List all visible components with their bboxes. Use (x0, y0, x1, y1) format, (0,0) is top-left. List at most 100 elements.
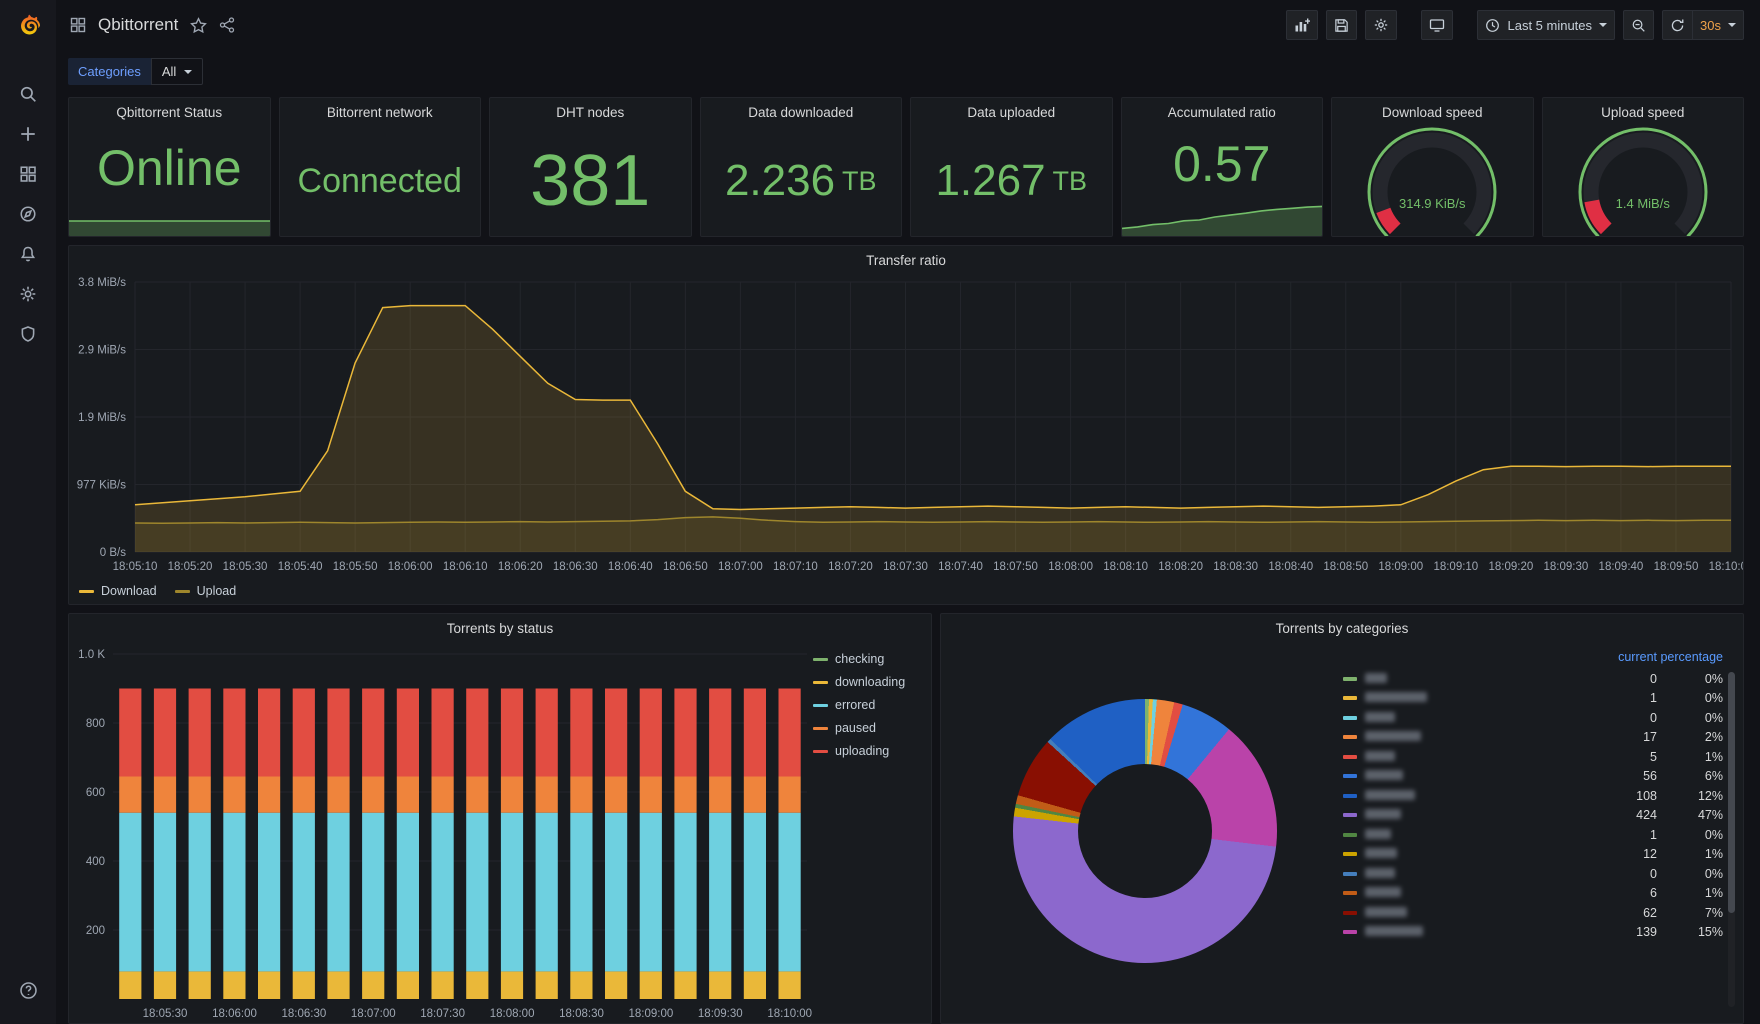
variables-submenu: Categories All (68, 50, 1744, 97)
svg-text:18:07:00: 18:07:00 (351, 1008, 396, 1020)
legend-item[interactable]: Upload (174, 584, 237, 598)
category-row[interactable]: 0 0% (1343, 708, 1723, 728)
category-row[interactable]: 5 1% (1343, 747, 1723, 767)
panel-title[interactable]: Download speed (1332, 98, 1533, 126)
legend-swatch (1343, 774, 1357, 779)
variable-value-dropdown[interactable]: All (150, 58, 204, 85)
category-percentage-value: 15% (1697, 925, 1723, 940)
share-icon[interactable] (219, 17, 235, 33)
svg-text:18:05:10: 18:05:10 (113, 561, 158, 573)
panel-bittorrent-network: Bittorrent network Connected (278, 97, 481, 237)
category-row[interactable]: 62 7% (1343, 903, 1723, 923)
server-admin-shield-icon[interactable] (0, 314, 56, 354)
cycle-view-tv-button[interactable] (1421, 10, 1454, 40)
panel-title[interactable]: Transfer ratio (69, 246, 1743, 274)
panel-title[interactable]: Upload speed (1543, 98, 1744, 126)
panel-title[interactable]: Torrents by status (69, 614, 931, 642)
table-scrollbar-thumb[interactable] (1728, 672, 1735, 914)
star-icon[interactable] (190, 16, 208, 34)
refresh-button[interactable] (1662, 10, 1694, 40)
search-icon[interactable] (0, 74, 56, 114)
column-header-current[interactable]: current (1607, 650, 1657, 664)
transfer-chart[interactable]: 0 B/s 977 KiB/s 1.9 MiB/s 2.9 MiB/s 3.8 MiB/… (69, 274, 1754, 578)
legend-swatch (1343, 930, 1357, 935)
time-range-picker[interactable]: Last 5 minutes (1477, 10, 1616, 40)
create-plus-icon[interactable] (0, 114, 56, 154)
category-row[interactable]: 1 0% (1343, 689, 1723, 709)
category-label-redacted (1365, 828, 1391, 839)
save-dashboard-button[interactable] (1326, 10, 1358, 40)
configuration-gear-icon[interactable] (0, 274, 56, 314)
panel-torrents-by-categories: Torrents by categories current percentag… (940, 613, 1744, 1024)
legend-label: errored (835, 698, 876, 712)
category-current-value: 0 (1650, 671, 1657, 686)
category-row[interactable]: 139 15% (1343, 923, 1723, 943)
stat-unit: TB (1052, 165, 1088, 196)
legend-label: Upload (196, 584, 237, 598)
legend-item[interactable]: paused (813, 721, 925, 735)
category-row[interactable]: 0 0% (1343, 669, 1723, 689)
clock-icon (1486, 18, 1500, 32)
category-label-redacted (1365, 731, 1421, 742)
panel-title[interactable]: Bittorrent network (280, 98, 481, 126)
category-label-redacted (1365, 809, 1401, 820)
category-current-value: 12 (1643, 847, 1657, 862)
category-row[interactable]: 17 2% (1343, 728, 1723, 748)
transfer-legend: Download Upload (69, 578, 1743, 604)
category-row[interactable]: 56 6% (1343, 767, 1723, 787)
svg-text:200: 200 (86, 925, 105, 937)
svg-text:18:05:20: 18:05:20 (168, 561, 213, 573)
panel-title[interactable]: Accumulated ratio (1122, 98, 1323, 126)
panel-data-downloaded: Data downloaded 2.236 TB (699, 97, 902, 237)
svg-text:18:09:20: 18:09:20 (1488, 561, 1533, 573)
status-chart[interactable]: 200 400 600 800 1.0 K 18:05:30 18:06:00 18:06:3… (69, 642, 813, 1023)
dashboard-settings-button[interactable] (1365, 10, 1398, 40)
zoom-out-time-button[interactable] (1623, 10, 1655, 40)
legend-swatch (1343, 754, 1357, 759)
alerting-bell-icon[interactable] (0, 234, 56, 274)
category-current-value: 6 (1650, 886, 1657, 901)
add-panel-button[interactable] (1286, 10, 1319, 40)
category-percentage-value: 12% (1697, 788, 1723, 803)
legend-swatch (79, 589, 94, 593)
category-row[interactable]: 424 47% (1343, 806, 1723, 826)
legend-swatch (174, 589, 190, 593)
category-row[interactable]: 12 1% (1343, 845, 1723, 865)
legend-swatch (1343, 813, 1357, 818)
category-row[interactable]: 6 1% (1343, 884, 1723, 904)
legend-swatch (1343, 793, 1357, 798)
svg-text:18:06:40: 18:06:40 (608, 561, 653, 573)
refresh-interval-picker[interactable]: 30s (1693, 10, 1744, 40)
status-sparkline (69, 206, 270, 236)
panel-title[interactable]: Data downloaded (701, 98, 902, 126)
svg-text:800: 800 (86, 718, 105, 730)
dashboards-icon[interactable] (0, 154, 56, 194)
legend-item[interactable]: checking (813, 652, 925, 666)
legend-item[interactable]: uploading (813, 744, 925, 758)
panel-title[interactable]: Data uploaded (911, 98, 1112, 126)
category-row[interactable]: 0 0% (1343, 864, 1723, 884)
help-icon[interactable] (0, 970, 56, 1010)
column-header-percentage[interactable]: percentage (1657, 650, 1723, 664)
categories-donut[interactable] (1013, 698, 1277, 963)
svg-text:18:09:40: 18:09:40 (1599, 561, 1644, 573)
stat-unit: TB (842, 165, 877, 196)
legend-item[interactable]: errored (813, 698, 925, 712)
category-row[interactable]: 108 12% (1343, 786, 1723, 806)
panel-title[interactable]: DHT nodes (490, 98, 691, 126)
legend-item[interactable]: Download (79, 584, 157, 598)
variable-label-categories[interactable]: Categories (68, 58, 151, 85)
grafana-logo-icon[interactable] (11, 10, 45, 44)
legend-swatch (1343, 715, 1357, 720)
panel-title[interactable]: Torrents by categories (941, 614, 1743, 642)
explore-compass-icon[interactable] (0, 194, 56, 234)
category-row[interactable]: 1 0% (1343, 825, 1723, 845)
stat-value: 2.236 (724, 156, 836, 205)
table-scrollbar (1728, 672, 1735, 1007)
svg-text:18:08:50: 18:08:50 (1323, 561, 1368, 573)
legend-swatch (813, 726, 828, 730)
panel-title[interactable]: Qbittorrent Status (69, 98, 270, 126)
legend-item[interactable]: downloading (813, 675, 925, 689)
main-area: Qbittorrent Last 5 minutes 30s Categorie… (56, 0, 1760, 1024)
time-range-label: Last 5 minutes (1507, 17, 1593, 33)
